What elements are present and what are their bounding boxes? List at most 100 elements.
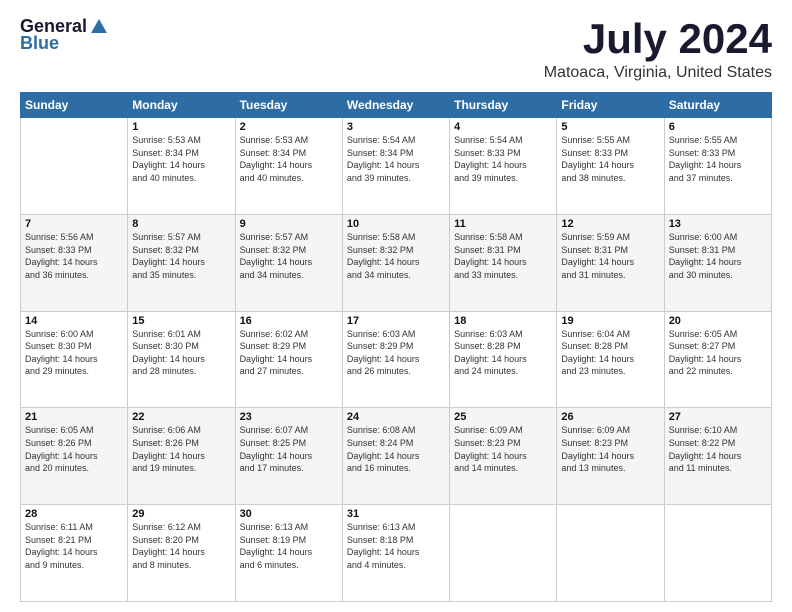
calendar-cell: 28Sunrise: 6:11 AM Sunset: 8:21 PM Dayli… [21,505,128,602]
calendar-header-friday: Friday [557,93,664,118]
day-info: Sunrise: 6:13 AM Sunset: 8:18 PM Dayligh… [347,521,445,571]
day-number: 22 [132,411,230,423]
day-number: 18 [454,315,552,327]
day-info: Sunrise: 6:05 AM Sunset: 8:26 PM Dayligh… [25,424,123,474]
calendar-cell: 1Sunrise: 5:53 AM Sunset: 8:34 PM Daylig… [128,118,235,215]
calendar-cell: 25Sunrise: 6:09 AM Sunset: 8:23 PM Dayli… [450,408,557,505]
calendar-cell: 30Sunrise: 6:13 AM Sunset: 8:19 PM Dayli… [235,505,342,602]
calendar-cell: 8Sunrise: 5:57 AM Sunset: 8:32 PM Daylig… [128,214,235,311]
day-number: 28 [25,508,123,520]
day-number: 23 [240,411,338,423]
day-number: 6 [669,121,767,133]
calendar-header-monday: Monday [128,93,235,118]
day-info: Sunrise: 6:00 AM Sunset: 8:31 PM Dayligh… [669,231,767,281]
day-number: 4 [454,121,552,133]
calendar-cell: 21Sunrise: 6:05 AM Sunset: 8:26 PM Dayli… [21,408,128,505]
calendar-cell: 22Sunrise: 6:06 AM Sunset: 8:26 PM Dayli… [128,408,235,505]
day-info: Sunrise: 5:57 AM Sunset: 8:32 PM Dayligh… [132,231,230,281]
calendar-cell [557,505,664,602]
calendar-cell [450,505,557,602]
day-number: 20 [669,315,767,327]
day-info: Sunrise: 5:53 AM Sunset: 8:34 PM Dayligh… [240,134,338,184]
day-number: 31 [347,508,445,520]
day-info: Sunrise: 6:04 AM Sunset: 8:28 PM Dayligh… [561,328,659,378]
day-number: 15 [132,315,230,327]
calendar-cell: 17Sunrise: 6:03 AM Sunset: 8:29 PM Dayli… [342,311,449,408]
logo-blue: Blue [20,33,59,54]
day-info: Sunrise: 5:54 AM Sunset: 8:34 PM Dayligh… [347,134,445,184]
day-number: 29 [132,508,230,520]
day-number: 24 [347,411,445,423]
day-info: Sunrise: 5:56 AM Sunset: 8:33 PM Dayligh… [25,231,123,281]
day-number: 10 [347,218,445,230]
calendar-cell: 4Sunrise: 5:54 AM Sunset: 8:33 PM Daylig… [450,118,557,215]
calendar-cell: 5Sunrise: 5:55 AM Sunset: 8:33 PM Daylig… [557,118,664,215]
day-info: Sunrise: 5:58 AM Sunset: 8:31 PM Dayligh… [454,231,552,281]
page: General Blue July 2024 Matoaca, Virginia… [0,0,792,612]
day-info: Sunrise: 6:13 AM Sunset: 8:19 PM Dayligh… [240,521,338,571]
calendar-header-sunday: Sunday [21,93,128,118]
day-info: Sunrise: 6:09 AM Sunset: 8:23 PM Dayligh… [454,424,552,474]
day-info: Sunrise: 5:55 AM Sunset: 8:33 PM Dayligh… [561,134,659,184]
calendar-cell: 29Sunrise: 6:12 AM Sunset: 8:20 PM Dayli… [128,505,235,602]
calendar-header-thursday: Thursday [450,93,557,118]
calendar-cell: 20Sunrise: 6:05 AM Sunset: 8:27 PM Dayli… [664,311,771,408]
calendar-cell: 2Sunrise: 5:53 AM Sunset: 8:34 PM Daylig… [235,118,342,215]
day-info: Sunrise: 6:02 AM Sunset: 8:29 PM Dayligh… [240,328,338,378]
day-number: 16 [240,315,338,327]
calendar-cell: 7Sunrise: 5:56 AM Sunset: 8:33 PM Daylig… [21,214,128,311]
main-title: July 2024 [544,16,772,62]
calendar-cell: 6Sunrise: 5:55 AM Sunset: 8:33 PM Daylig… [664,118,771,215]
calendar-cell: 10Sunrise: 5:58 AM Sunset: 8:32 PM Dayli… [342,214,449,311]
day-number: 1 [132,121,230,133]
calendar-header-saturday: Saturday [664,93,771,118]
calendar-table: SundayMondayTuesdayWednesdayThursdayFrid… [20,92,772,602]
calendar-cell: 19Sunrise: 6:04 AM Sunset: 8:28 PM Dayli… [557,311,664,408]
day-number: 17 [347,315,445,327]
day-info: Sunrise: 6:01 AM Sunset: 8:30 PM Dayligh… [132,328,230,378]
day-number: 12 [561,218,659,230]
day-info: Sunrise: 6:10 AM Sunset: 8:22 PM Dayligh… [669,424,767,474]
day-number: 3 [347,121,445,133]
day-info: Sunrise: 6:11 AM Sunset: 8:21 PM Dayligh… [25,521,123,571]
logo-icon [89,17,109,37]
day-number: 19 [561,315,659,327]
day-info: Sunrise: 5:58 AM Sunset: 8:32 PM Dayligh… [347,231,445,281]
day-info: Sunrise: 6:06 AM Sunset: 8:26 PM Dayligh… [132,424,230,474]
day-number: 13 [669,218,767,230]
day-number: 30 [240,508,338,520]
calendar-cell: 15Sunrise: 6:01 AM Sunset: 8:30 PM Dayli… [128,311,235,408]
title-section: July 2024 Matoaca, Virginia, United Stat… [544,16,772,82]
day-info: Sunrise: 6:03 AM Sunset: 8:28 PM Dayligh… [454,328,552,378]
calendar-cell: 3Sunrise: 5:54 AM Sunset: 8:34 PM Daylig… [342,118,449,215]
calendar-cell: 27Sunrise: 6:10 AM Sunset: 8:22 PM Dayli… [664,408,771,505]
day-info: Sunrise: 6:09 AM Sunset: 8:23 PM Dayligh… [561,424,659,474]
day-info: Sunrise: 5:54 AM Sunset: 8:33 PM Dayligh… [454,134,552,184]
day-info: Sunrise: 6:03 AM Sunset: 8:29 PM Dayligh… [347,328,445,378]
day-info: Sunrise: 6:05 AM Sunset: 8:27 PM Dayligh… [669,328,767,378]
calendar-header-wednesday: Wednesday [342,93,449,118]
day-info: Sunrise: 5:59 AM Sunset: 8:31 PM Dayligh… [561,231,659,281]
day-info: Sunrise: 6:00 AM Sunset: 8:30 PM Dayligh… [25,328,123,378]
day-number: 5 [561,121,659,133]
day-number: 9 [240,218,338,230]
header: General Blue July 2024 Matoaca, Virginia… [20,16,772,82]
calendar-cell: 11Sunrise: 5:58 AM Sunset: 8:31 PM Dayli… [450,214,557,311]
day-info: Sunrise: 5:53 AM Sunset: 8:34 PM Dayligh… [132,134,230,184]
logo: General Blue [20,16,109,54]
calendar-cell: 31Sunrise: 6:13 AM Sunset: 8:18 PM Dayli… [342,505,449,602]
calendar-cell: 12Sunrise: 5:59 AM Sunset: 8:31 PM Dayli… [557,214,664,311]
calendar-header-tuesday: Tuesday [235,93,342,118]
calendar-cell: 23Sunrise: 6:07 AM Sunset: 8:25 PM Dayli… [235,408,342,505]
day-number: 8 [132,218,230,230]
day-info: Sunrise: 6:07 AM Sunset: 8:25 PM Dayligh… [240,424,338,474]
day-number: 25 [454,411,552,423]
calendar-cell: 13Sunrise: 6:00 AM Sunset: 8:31 PM Dayli… [664,214,771,311]
calendar-cell: 26Sunrise: 6:09 AM Sunset: 8:23 PM Dayli… [557,408,664,505]
day-info: Sunrise: 6:12 AM Sunset: 8:20 PM Dayligh… [132,521,230,571]
day-number: 14 [25,315,123,327]
day-number: 2 [240,121,338,133]
day-number: 27 [669,411,767,423]
day-number: 7 [25,218,123,230]
calendar-cell [21,118,128,215]
